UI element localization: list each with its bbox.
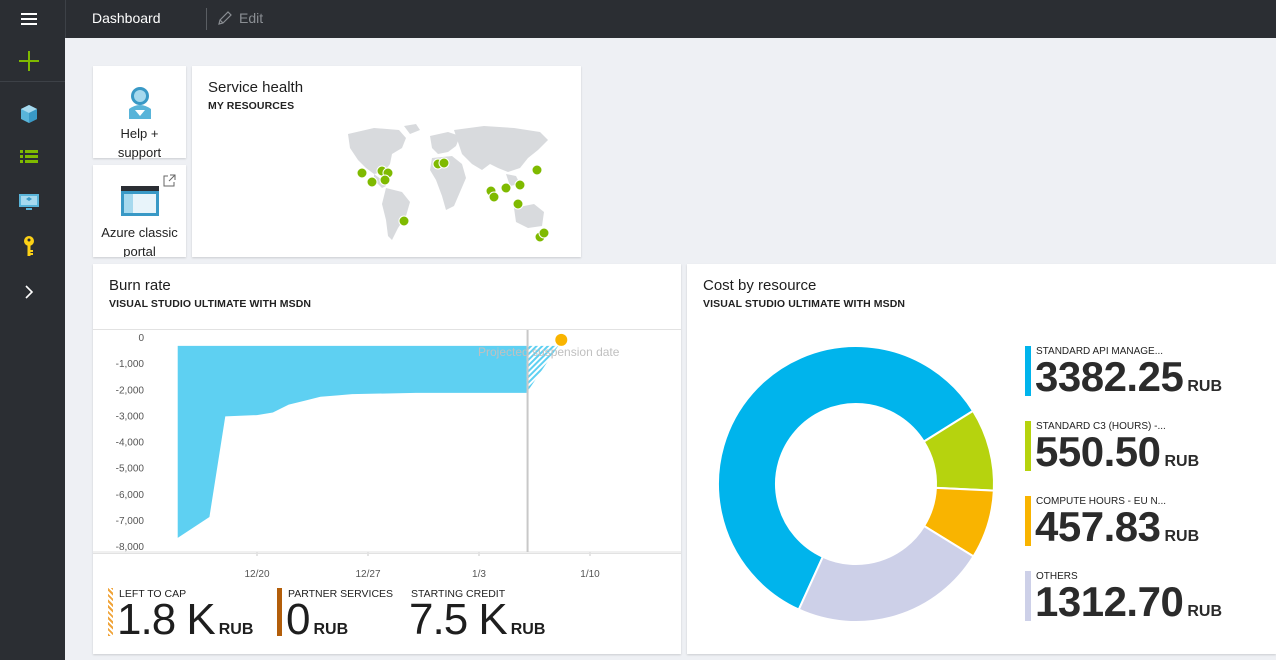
cost-unit: RUB bbox=[1164, 528, 1200, 545]
help-label-1: Help + bbox=[120, 126, 159, 141]
service-health-subtitle: MY RESOURCES bbox=[208, 100, 295, 112]
cost-subtitle: VISUAL STUDIO ULTIMATE WITH MSDN bbox=[703, 298, 906, 310]
classic-label-1: Azure classic bbox=[101, 225, 178, 240]
edit-button[interactable]: Edit bbox=[217, 10, 263, 26]
y-tick-label: -1,000 bbox=[116, 359, 145, 370]
plus-icon bbox=[18, 51, 39, 71]
burn-rate-title: Burn rate bbox=[109, 277, 171, 294]
stat-number: 7.5 K bbox=[409, 595, 508, 644]
cost-color-bar bbox=[1025, 421, 1031, 471]
classic-label-2: portal bbox=[123, 244, 156, 257]
cost-unit: RUB bbox=[1164, 453, 1200, 470]
pencil-icon bbox=[218, 11, 232, 25]
list-icon bbox=[19, 150, 38, 163]
stat-unit: RUB bbox=[218, 621, 254, 638]
help-label-2: support bbox=[117, 145, 162, 160]
y-tick-label: -2,000 bbox=[116, 385, 145, 396]
cost-value: 550.50 RUB bbox=[1035, 428, 1199, 476]
cost-number: 3382.25 bbox=[1035, 353, 1184, 400]
x-tick-label: 12/27 bbox=[355, 569, 380, 580]
monitor-icon bbox=[18, 194, 39, 210]
nav-resource-groups[interactable] bbox=[0, 94, 57, 134]
service-health-tile[interactable]: Service health MY RESOURCES bbox=[192, 66, 581, 257]
chevron-right-icon bbox=[24, 285, 33, 299]
world-map bbox=[348, 124, 550, 243]
edit-label: Edit bbox=[239, 10, 264, 26]
x-tick-label: 12/20 bbox=[244, 569, 269, 580]
burn-rate-tile[interactable]: Burn rate VISUAL STUDIO ULTIMATE WITH MS… bbox=[93, 264, 681, 654]
stat-number: 0 bbox=[286, 595, 311, 644]
topbar-separator bbox=[65, 0, 66, 38]
y-tick-label: -3,000 bbox=[116, 411, 145, 422]
external-link-icon bbox=[163, 174, 176, 187]
burn-area-series bbox=[177, 345, 527, 538]
x-tick-label: 1/10 bbox=[580, 569, 600, 580]
burn-rate-chart: 0 -1,000 -2,000 -3,000 -4,000 -5,000 -6,000 -7,… bbox=[93, 330, 681, 580]
service-health-title: Service health bbox=[208, 79, 304, 96]
menu-icon[interactable] bbox=[0, 0, 57, 38]
y-tick-label: -7,000 bbox=[116, 516, 145, 527]
side-nav bbox=[0, 38, 65, 660]
nav-expand-button[interactable] bbox=[0, 272, 57, 312]
page-title: Dashboard bbox=[92, 10, 161, 26]
help-person-icon bbox=[129, 87, 151, 119]
cost-donut-chart bbox=[717, 345, 995, 623]
cost-unit: RUB bbox=[1187, 603, 1222, 620]
cube-icon bbox=[20, 105, 37, 123]
cost-unit: RUB bbox=[1187, 378, 1222, 395]
stat-unit: RUB bbox=[510, 621, 546, 638]
nav-virtual-machines[interactable] bbox=[0, 182, 57, 222]
y-tick-label: -5,000 bbox=[116, 464, 145, 475]
stat-unit: RUB bbox=[313, 621, 349, 638]
y-tick-label: -4,000 bbox=[116, 438, 145, 449]
key-icon bbox=[23, 236, 34, 256]
stat-value: 7.5 K RUB bbox=[409, 595, 545, 645]
stat-color-bar bbox=[108, 588, 113, 636]
cost-number: 457.83 bbox=[1035, 503, 1161, 550]
cost-title: Cost by resource bbox=[703, 277, 817, 294]
donut-slice[interactable] bbox=[797, 524, 975, 623]
y-tick-label: -8,000 bbox=[116, 542, 145, 553]
nav-all-resources[interactable] bbox=[0, 138, 57, 178]
nav-key-vault[interactable] bbox=[0, 226, 57, 266]
y-tick-label: -6,000 bbox=[116, 490, 145, 501]
x-tick-label: 1/3 bbox=[472, 569, 486, 580]
y-tick-label: 0 bbox=[138, 333, 144, 344]
stat-number: 1.8 K bbox=[117, 595, 216, 644]
cost-color-bar bbox=[1025, 346, 1031, 396]
cost-number: 1312.70 bbox=[1035, 578, 1184, 625]
chart-bottom-rule bbox=[93, 553, 681, 554]
classic-portal-tile[interactable]: Azure classic portal bbox=[93, 165, 186, 257]
cost-number: 550.50 bbox=[1035, 428, 1161, 475]
cost-value: 1312.70 RUB bbox=[1035, 578, 1222, 626]
cost-value: 3382.25 RUB bbox=[1035, 353, 1222, 401]
new-resource-button[interactable] bbox=[0, 41, 57, 81]
stat-value: 1.8 K RUB bbox=[117, 595, 253, 645]
nav-separator bbox=[0, 81, 65, 82]
cost-value: 457.83 RUB bbox=[1035, 503, 1199, 551]
projection-label: Projected suspension date bbox=[478, 345, 620, 359]
stat-value: 0 RUB bbox=[286, 595, 348, 645]
cost-color-bar bbox=[1025, 571, 1031, 621]
classic-portal-icon bbox=[121, 186, 159, 216]
cost-color-bar bbox=[1025, 496, 1031, 546]
title-divider bbox=[206, 8, 207, 30]
stat-color-bar bbox=[277, 588, 282, 636]
help-support-tile[interactable]: Help + support bbox=[93, 66, 186, 160]
top-bar: Dashboard Edit bbox=[0, 0, 1276, 38]
burn-rate-subtitle: VISUAL STUDIO ULTIMATE WITH MSDN bbox=[109, 298, 312, 310]
suspension-marker bbox=[555, 333, 568, 346]
